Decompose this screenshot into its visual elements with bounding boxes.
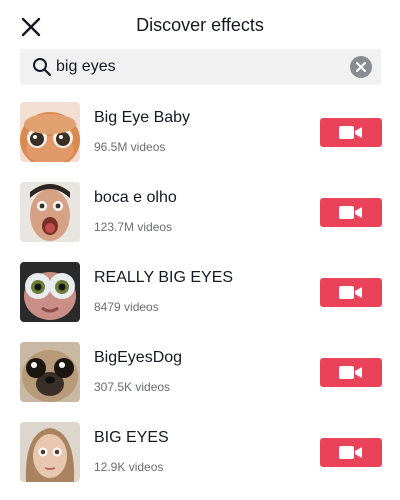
- record-with-effect-button[interactable]: [320, 198, 382, 227]
- effect-thumbnail: [20, 422, 80, 482]
- search-input[interactable]: [56, 49, 356, 85]
- effect-video-count: 307.5K videos: [94, 380, 171, 394]
- video-camera-icon: [339, 366, 362, 379]
- record-with-effect-button[interactable]: [320, 358, 382, 387]
- effect-name: BIG EYES: [94, 429, 169, 446]
- list-item[interactable]: REALLY BIG EYES 8479 videos: [0, 260, 400, 340]
- clear-search-button[interactable]: [350, 56, 372, 78]
- clear-icon: [356, 62, 366, 72]
- effect-video-count: 8479 videos: [94, 300, 159, 314]
- effects-list: Big Eye Baby 96.5M videos boca e olho 12…: [0, 100, 400, 500]
- search-bar[interactable]: [20, 49, 381, 85]
- effect-thumbnail: [20, 102, 80, 162]
- video-camera-icon: [339, 206, 362, 219]
- list-item[interactable]: BIG EYES 12.9K videos: [0, 420, 400, 500]
- effect-video-count: 123.7M videos: [94, 220, 173, 234]
- record-with-effect-button[interactable]: [320, 438, 382, 467]
- record-with-effect-button[interactable]: [320, 118, 382, 147]
- effect-thumbnail: [20, 182, 80, 242]
- effect-thumbnail: [20, 262, 80, 322]
- page-title: Discover effects: [136, 15, 264, 35]
- effect-name: REALLY BIG EYES: [94, 269, 234, 286]
- effect-thumbnail: [20, 342, 80, 402]
- search-icon: [33, 58, 52, 77]
- effect-name: boca e olho: [94, 189, 177, 206]
- list-item[interactable]: Big Eye Baby 96.5M videos: [0, 100, 400, 180]
- effect-video-count: 96.5M videos: [94, 140, 166, 154]
- list-item[interactable]: BigEyesDog 307.5K videos: [0, 340, 400, 420]
- video-camera-icon: [339, 446, 362, 459]
- video-camera-icon: [339, 286, 362, 299]
- effect-video-count: 12.9K videos: [94, 460, 164, 474]
- list-item[interactable]: boca e olho 123.7M videos: [0, 180, 400, 260]
- header: Discover effects: [0, 0, 400, 52]
- video-camera-icon: [339, 126, 362, 139]
- record-with-effect-button[interactable]: [320, 278, 382, 307]
- effect-name: BigEyesDog: [94, 349, 183, 366]
- effect-name: Big Eye Baby: [94, 109, 191, 126]
